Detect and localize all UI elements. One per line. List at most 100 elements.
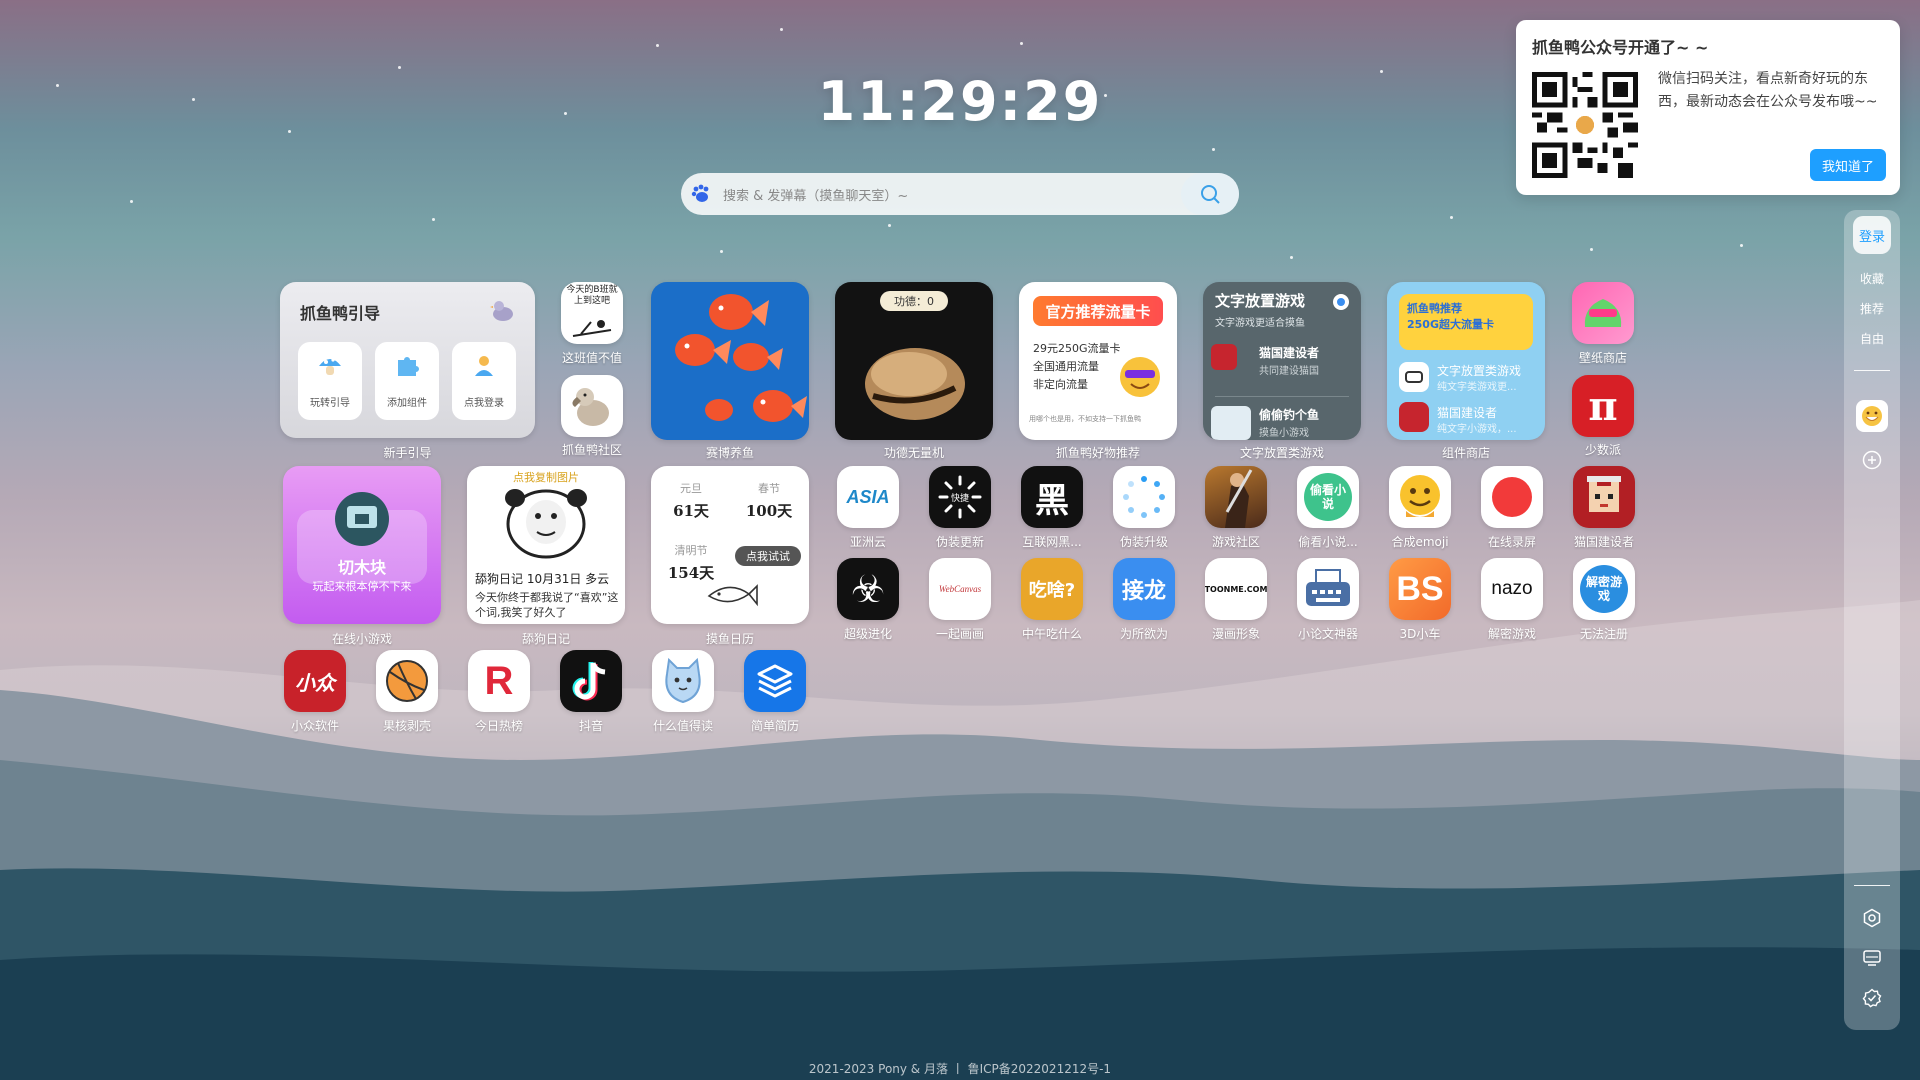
cannot-register-tile[interactable]: 解密游戏 [1573,558,1635,620]
app-label: 无法注册 [1579,627,1628,641]
diary-label: 舔狗日记 [521,632,570,646]
text-games-title: 文字放置游戏 [1215,292,1306,310]
emoji-mix-icon [1400,475,1440,517]
app-label: 偷看小说... [1298,535,1358,549]
notice-ok-button[interactable]: 我知道了 [1810,149,1886,181]
wallpaper-shop-tile[interactable] [1572,282,1634,344]
internet-black-tile[interactable]: 黑 [1021,466,1083,528]
calendar-tile[interactable]: 元旦 61天 春节 100天 清明节 154天 点我试试 [651,466,809,624]
search-button[interactable] [1181,173,1239,215]
copy-image-hint[interactable]: 点我复制图片 [467,469,625,485]
diary-heading: 舔狗日记 10月31日 多云 [475,572,610,586]
dock-login-button[interactable]: 登录 [1853,216,1891,254]
banner-line: 250G超大流量卡 [1407,318,1494,331]
guide-widget[interactable]: 抓鱼鸭引导 玩转引导 添加组件 点我登录 [280,282,535,438]
sspai-tile[interactable]: π [1572,375,1634,437]
fake-update-tile[interactable]: 快捷 [929,466,991,528]
puzzle-game-logo: 解密游戏 [1580,565,1628,613]
screen-record-tile[interactable] [1481,466,1543,528]
diary-tile[interactable]: 点我复制图片 舔狗日记 10月31日 多云 今天你终于都我说了“喜欢”这个词,我… [467,466,625,624]
dock-item-favorites[interactable]: 收藏 [1844,270,1900,287]
game-community-tile[interactable] [1205,466,1267,528]
text-game-name[interactable]: 猫国建设者 [1259,344,1319,361]
dodo-community-tile[interactable] [561,375,623,437]
guide-button-login[interactable]: 点我登录 [452,342,516,420]
toonme-tile[interactable]: TOONME.COM [1205,558,1267,620]
asia-cloud-tile[interactable]: ASIA [837,466,899,528]
data-card-line: 全国通用流量 [1033,360,1099,373]
data-card-line: 29元250G流量卡 [1033,342,1121,355]
novel-reader-tile[interactable]: 偷看小说 [1297,466,1359,528]
nazo-tile[interactable]: nazo [1481,558,1543,620]
black-char: 黑 [1035,480,1069,521]
jielong-tile[interactable]: 接龙 [1113,558,1175,620]
tophub-tile[interactable]: R [468,650,530,712]
guide-button-tour[interactable]: 玩转引导 [298,342,362,420]
block-game-tile[interactable]: 切木块 玩起来根本停不下来 [283,466,441,624]
typewriter-icon [1306,569,1350,606]
upgrade-spinner-icon [1123,476,1165,518]
mushroom-icon [319,358,341,375]
web-canvas-tile[interactable]: WebCanvas [929,558,991,620]
bili-meme-tile[interactable]: 今天的B班就上到这吧 [561,282,623,344]
nazo-logo: nazo [1491,578,1533,599]
dock-item-free[interactable]: 自由 [1844,330,1900,347]
dock-emoji-icon[interactable] [1856,400,1888,432]
text-game-desc: 摸鱼小游戏 [1259,428,1309,439]
lunch-tile[interactable]: 吃啥? [1021,558,1083,620]
diary-body: 今天你终于都我说了“喜欢”这个词,我笑了好久了 [475,591,619,619]
dodo-bird-icon [572,388,609,426]
worth-reading-tile[interactable] [652,650,714,712]
fake-upgrade-tile[interactable] [1113,466,1175,528]
data-card-label: 抓鱼鸭好物推荐 [1055,446,1140,460]
notice-description: 微信扫码关注，看点新奇好玩的东西，最新动态会在公众号发布哦~~ [1658,71,1878,110]
guide-title: 抓鱼鸭引导 [300,304,381,323]
guide-button-add-widget[interactable]: 添加组件 [375,342,439,420]
panda-meme-image [505,489,587,559]
search-input[interactable]: 搜索 & 发弹幕（摸鱼聊天室）~ [721,185,1181,204]
resume-tile[interactable] [744,650,806,712]
app-label: 猫国建设者 [1573,535,1634,549]
niche-software-tile[interactable]: 小众 [284,650,346,712]
app-label: 在线录屏 [1487,535,1536,549]
guide-widget-label: 新手引导 [383,446,432,460]
app-label: 互联网黑... [1022,535,1082,549]
douyin-tile[interactable] [560,650,622,712]
cat-kingdom-tile[interactable] [1573,466,1635,528]
widget-shop-label: 组件商店 [1441,446,1490,460]
fish-sketch-icon [707,584,758,607]
merit-machine-tile[interactable]: 功德：0 [835,282,993,440]
shop-item-name[interactable]: 文字放置类游戏 [1437,362,1521,379]
text-game-name[interactable]: 偷偷钓个鱼 [1259,406,1319,423]
data-card-tile[interactable]: 官方推荐流量卡 29元250G流量卡 全国通用流量 非定向流量 用哪个也是用，不… [1019,282,1177,440]
jielong-logo: 接龙 [1121,579,1166,604]
warrior-image [1225,469,1253,528]
user-icon [475,356,493,376]
text-games-widget[interactable]: 文字放置游戏 文字游戏更适合摸鱼 猫国建设者 共同建设猫国 偷偷钓个鱼 摸鱼小游… [1203,282,1361,440]
text-games-settings-icon[interactable] [1333,294,1349,310]
widget-shop-tile[interactable]: 抓鱼鸭推荐 250G超大流量卡 文字放置类游戏 纯文字类游戏更... 猫国建设者… [1387,282,1545,440]
qr-code-image [1532,72,1638,178]
slime-glasses-icon [1584,299,1622,327]
dock-add-icon[interactable] [1860,448,1884,472]
lunch-logo: 吃啥? [1028,580,1076,601]
shop-item-name[interactable]: 猫国建设者 [1437,404,1497,421]
wooden-fish-image [865,348,965,420]
theme-icon[interactable] [1860,946,1884,970]
cyber-fish-tile[interactable] [651,282,809,440]
baidu-paw-icon[interactable] [681,173,721,215]
super-evolution-tile[interactable]: ☣ [837,558,899,620]
paper-writer-tile[interactable] [1297,558,1359,620]
search-bar[interactable]: 搜索 & 发弹幕（摸鱼聊天室）~ [681,173,1239,215]
3d-car-tile[interactable]: BS [1389,558,1451,620]
shop-item-desc: 纯文字类游戏更... [1437,382,1517,393]
settings-icon[interactable] [1860,906,1884,930]
dock-item-recommend[interactable]: 推荐 [1844,300,1900,317]
emoji-mix-tile[interactable] [1389,466,1451,528]
game-controller-icon [1399,362,1429,392]
banner-line: 抓鱼鸭推荐 [1407,302,1462,315]
verified-badge-icon[interactable] [1860,986,1884,1010]
try-me-button[interactable]: 点我试试 [735,546,801,566]
ghxi-tile[interactable] [376,650,438,712]
search-icon [1201,185,1220,204]
